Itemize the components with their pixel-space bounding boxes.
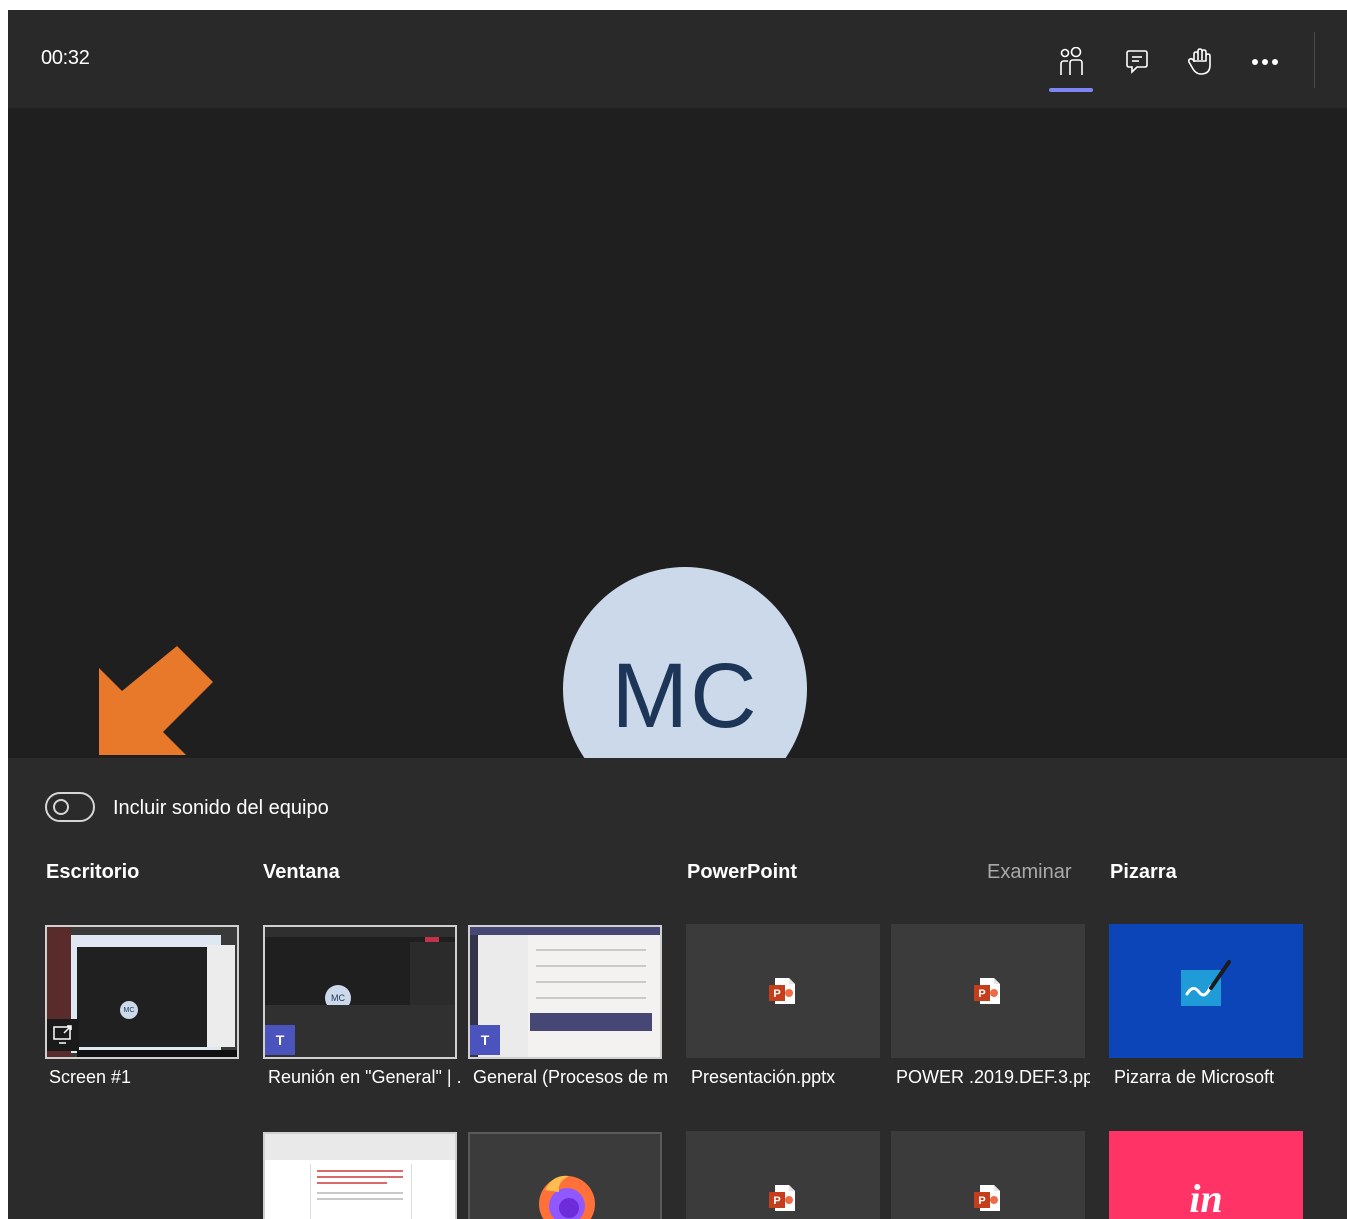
raise-hand-button[interactable] [1178, 40, 1222, 84]
video-stage: MC [8, 108, 1347, 758]
window-general-card [530, 1013, 652, 1031]
word-page [310, 1164, 412, 1219]
ppt-letter: P [978, 988, 985, 1000]
participant-avatar: MC [563, 567, 807, 758]
share-screen-badge [47, 1019, 79, 1051]
section-whiteboard: Pizarra [1110, 861, 1177, 883]
browse-button[interactable]: Examinar [987, 861, 1071, 884]
ppt-letter: P [773, 988, 780, 1000]
window-word-thumb[interactable] [263, 1132, 457, 1219]
firefox-icon [539, 1175, 595, 1219]
word-text-line [317, 1182, 387, 1184]
ppt-letter: P [978, 1195, 985, 1207]
toolbar-divider [1314, 32, 1315, 88]
whiteboard-icon [1181, 960, 1231, 1006]
section-window: Ventana [263, 861, 340, 883]
window-general-titlebar [470, 927, 660, 935]
window-general-line [536, 949, 646, 951]
powerpoint-file-icon: P [974, 1185, 1000, 1211]
word-text-line [317, 1176, 403, 1178]
powerpoint-file-icon: P [769, 978, 795, 1004]
powerpoint-file-3-thumb[interactable]: P [686, 1131, 880, 1219]
chat-icon [1126, 50, 1148, 74]
participants-button[interactable] [1049, 40, 1093, 84]
annotation-arrow-icon [99, 646, 213, 755]
microsoft-whiteboard-thumb[interactable] [1109, 924, 1303, 1058]
section-desktop: Escritorio [46, 861, 140, 883]
window-firefox-thumb[interactable] [468, 1132, 662, 1219]
window-meeting-label: Reunión en "General" | ... [268, 1067, 462, 1087]
window-general-line [536, 981, 646, 983]
word-text-line [317, 1192, 403, 1194]
hand-icon [1188, 48, 1211, 75]
powerpoint-file-2-label: POWER .2019.DEF.3.ppt [896, 1067, 1090, 1087]
powerpoint-file-1-thumb[interactable]: P [686, 924, 880, 1058]
word-text-line [317, 1198, 403, 1200]
window-general-line [536, 965, 646, 967]
window-meeting-thumb[interactable]: MC T [263, 925, 457, 1059]
teams-app-icon: T [265, 1025, 295, 1055]
microsoft-whiteboard-label: Pizarra de Microsoft [1114, 1067, 1275, 1087]
desktop-thumb-avatar: MC [120, 1001, 138, 1019]
include-audio-toggle[interactable] [45, 792, 95, 822]
window-general-thumb[interactable]: T [468, 925, 662, 1059]
powerpoint-file-2-thumb[interactable]: P [891, 924, 1085, 1058]
desktop-taskbar [77, 1050, 237, 1057]
chat-button[interactable] [1115, 40, 1159, 84]
powerpoint-file-icon: P [974, 978, 1000, 1004]
word-text-line [317, 1170, 403, 1172]
powerpoint-file-icon: P [769, 1185, 795, 1211]
more-icon [1252, 59, 1278, 65]
powerpoint-file-4-thumb[interactable]: P [891, 1131, 1085, 1219]
window-meeting-titlebar [265, 927, 455, 937]
powerpoint-file-1-label: Presentación.pptx [691, 1067, 836, 1087]
share-screen-icon [53, 1025, 72, 1044]
window-general-line [536, 997, 646, 999]
include-audio-label: Incluir sonido del equipo [113, 797, 329, 819]
desktop-side-window [207, 945, 235, 1047]
word-ribbon [265, 1134, 455, 1160]
teams-app-icon: T [470, 1025, 500, 1055]
invision-thumb[interactable]: in [1109, 1131, 1303, 1219]
more-options-button[interactable] [1243, 40, 1287, 84]
call-timer: 00:32 [41, 47, 90, 69]
window-general-label: General (Procesos de me... [473, 1067, 667, 1087]
ppt-letter: P [773, 1195, 780, 1207]
toggle-knob [53, 799, 69, 815]
desktop-screen-1-label: Screen #1 [49, 1067, 132, 1087]
meeting-toolbar: 00:32 [8, 10, 1347, 108]
desktop-meeting-window [77, 947, 212, 1047]
invision-logo-icon: in [1189, 1176, 1223, 1219]
meeting-window: 00:32 MC Incluir sonido del equipo Escri… [8, 10, 1347, 1219]
section-powerpoint: PowerPoint [687, 861, 798, 883]
active-tab-indicator [1049, 88, 1093, 92]
desktop-screen-1-thumb[interactable]: MC [45, 925, 239, 1059]
avatar-initials: MC [611, 644, 759, 747]
people-icon [1060, 47, 1083, 75]
share-tray: Incluir sonido del equipo Escritorio Ven… [8, 758, 1347, 1219]
